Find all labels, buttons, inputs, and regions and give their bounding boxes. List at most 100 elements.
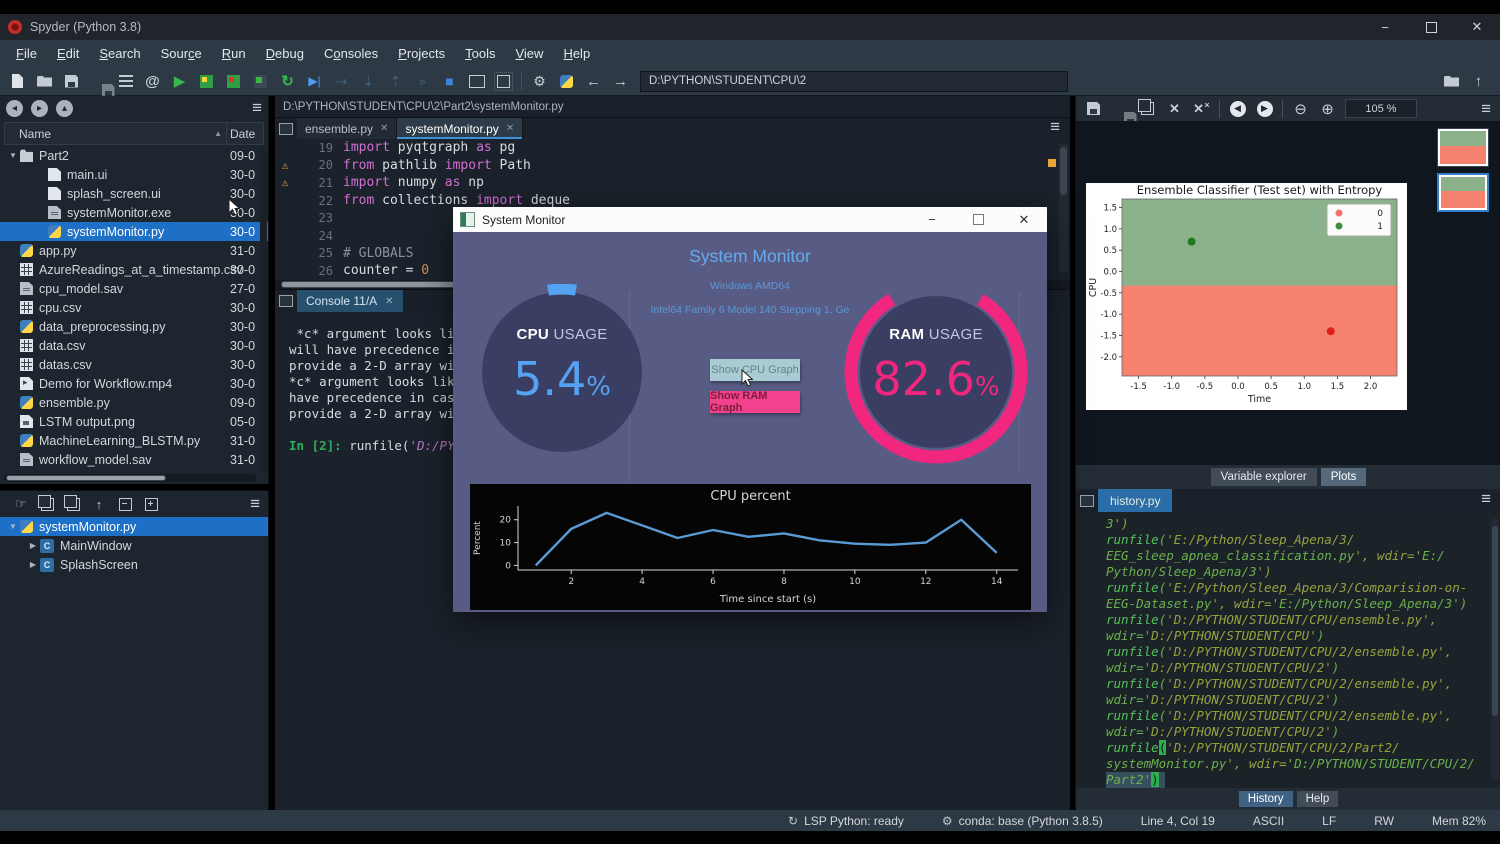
save-all-icon[interactable] <box>85 69 112 93</box>
file-row[interactable]: MachineLearning_BLSTM.py31-0 <box>0 431 268 450</box>
run-selection-icon[interactable] <box>247 69 274 93</box>
explorer-options-icon[interactable]: ≡ <box>252 103 262 113</box>
next-directory-icon[interactable]: ▸ <box>31 100 48 117</box>
new-window-icon[interactable] <box>463 69 490 93</box>
menu-help[interactable]: Help <box>553 46 600 61</box>
monitor-minimize-button[interactable]: − <box>909 207 955 232</box>
twisty-icon[interactable]: ▶ <box>26 541 40 550</box>
parent-directory-icon[interactable]: ▴ <box>56 100 73 117</box>
file-row[interactable]: ▼Part209-0 <box>0 146 268 165</box>
menu-view[interactable]: View <box>505 46 553 61</box>
run-icon[interactable]: ▶ <box>166 69 193 93</box>
editor-options-icon[interactable]: ≡ <box>1050 122 1060 139</box>
console-tab[interactable]: Console 11/A ✕ <box>297 290 403 312</box>
close-icon[interactable]: ✕ <box>380 123 388 134</box>
plot-thumbnail[interactable] <box>1437 173 1489 212</box>
column-date[interactable]: Date <box>227 127 263 141</box>
file-row[interactable]: data.csv30-0 <box>0 336 268 355</box>
file-row[interactable]: data_preprocessing.py30-0 <box>0 317 268 336</box>
debug-step-into-icon[interactable]: ⇣ <box>355 69 382 93</box>
window-close-button[interactable]: ✕ <box>1454 14 1500 40</box>
explorer-vscrollbar[interactable] <box>260 146 267 473</box>
file-row[interactable]: LSTM output.png05-0 <box>0 412 268 431</box>
file-row[interactable]: cpu.csv30-0 <box>0 298 268 317</box>
file-row[interactable]: ensemble.py09-0 <box>0 393 268 412</box>
go-to-cursor-icon[interactable]: ☞ <box>8 496 34 512</box>
editor-vscrollbar[interactable] <box>1059 143 1068 273</box>
restart-kernel-icon[interactable]: ↻ <box>274 69 301 93</box>
save-all-plots-icon[interactable] <box>1107 97 1134 121</box>
browse-tabs-icon[interactable] <box>1076 489 1098 512</box>
window-minimize-button[interactable]: − <box>1362 14 1408 40</box>
plots-zoom-value[interactable]: 105 % <box>1345 99 1417 118</box>
outline-item[interactable]: ▼systemMonitor.py <box>0 517 268 536</box>
file-row[interactable]: app.py31-0 <box>0 241 268 260</box>
open-file-icon[interactable] <box>31 69 58 93</box>
editor-tab[interactable]: ensemble.py✕ <box>297 118 397 139</box>
close-icon[interactable]: ✕ <box>506 123 514 134</box>
editor-tab[interactable]: systemMonitor.py✕ <box>397 118 523 139</box>
debug-step-out-icon[interactable]: ⇡ <box>382 69 409 93</box>
close-icon[interactable]: ✕ <box>385 296 393 307</box>
twisty-icon[interactable]: ▼ <box>6 151 20 160</box>
monitor-titlebar[interactable]: System Monitor − ✕ <box>453 207 1047 232</box>
window-maximize-button[interactable] <box>1408 14 1454 40</box>
open-directory-icon[interactable] <box>1438 69 1465 93</box>
stop-icon[interactable]: ■ <box>436 69 463 93</box>
previous-directory-icon[interactable]: ◂ <box>6 100 23 117</box>
tab-help[interactable]: Help <box>1297 791 1339 807</box>
file-row[interactable]: datas.csv30-0 <box>0 355 268 374</box>
plots-options-icon[interactable]: ≡ <box>1481 104 1491 114</box>
file-row[interactable]: main.ui30-0 <box>0 165 268 184</box>
maximize-pane-icon[interactable] <box>490 69 517 93</box>
browse-tabs-icon[interactable] <box>275 118 297 139</box>
zoom-out-icon[interactable]: ⊖ <box>1287 97 1314 121</box>
file-row[interactable]: workflow_model.sav31-0 <box>0 450 268 469</box>
file-row[interactable]: cpu_model.sav27-0 <box>0 279 268 298</box>
menu-projects[interactable]: Projects <box>388 46 455 61</box>
copy-icon[interactable] <box>34 498 60 511</box>
show-cpu-graph-button[interactable]: Show CPU Graph <box>710 359 800 381</box>
preferences-icon[interactable]: ⚙ <box>526 69 553 93</box>
file-row[interactable]: AzureReadings_at_a_timestamp.csv30-0 <box>0 260 268 279</box>
file-row[interactable]: Demo for Workflow.mp430-0 <box>0 374 268 393</box>
debug-icon[interactable]: ▶| <box>301 69 328 93</box>
collapse-all-icon[interactable] <box>112 498 138 511</box>
menu-consoles[interactable]: Consoles <box>314 46 388 61</box>
plot-thumbnail[interactable] <box>1437 128 1489 167</box>
debug-continue-icon[interactable]: » <box>409 69 436 93</box>
python-path-manager-icon[interactable] <box>553 69 580 93</box>
history-options-icon[interactable]: ≡ <box>1481 494 1491 512</box>
tab-history[interactable]: History <box>1239 791 1293 807</box>
expand-all-icon[interactable] <box>138 498 164 511</box>
copy-plus-icon[interactable] <box>60 498 86 511</box>
file-row[interactable]: systemMonitor.py30-0 <box>0 222 268 241</box>
tab-plots[interactable]: Plots <box>1321 468 1367 486</box>
outline-options-icon[interactable]: ≡ <box>250 499 260 509</box>
column-name[interactable]: Name <box>5 127 214 141</box>
menu-edit[interactable]: Edit <box>47 46 89 61</box>
previous-plot-icon[interactable]: ◀ <box>1224 97 1251 121</box>
parent-directory-icon[interactable]: ↑ <box>1465 69 1492 93</box>
back-icon[interactable]: ← <box>580 69 607 93</box>
menu-file[interactable]: File <box>6 46 47 61</box>
figure-card[interactable]: Ensemble Classifier (Test set) with Entr… <box>1086 183 1407 410</box>
outline-item[interactable]: ▶CSplashScreen <box>0 555 268 574</box>
menu-source[interactable]: Source <box>151 46 212 61</box>
zoom-in-icon[interactable]: ⊕ <box>1314 97 1341 121</box>
run-cell-advance-icon[interactable] <box>220 69 247 93</box>
next-plot-icon[interactable]: ▶ <box>1251 97 1278 121</box>
go-up-icon[interactable]: ↑ <box>86 497 112 512</box>
outline-item[interactable]: ▶CMainWindow <box>0 536 268 555</box>
copy-plot-icon[interactable] <box>1134 97 1161 121</box>
remove-all-plots-icon[interactable]: ✕✕ <box>1188 97 1215 121</box>
menu-run[interactable]: Run <box>212 46 256 61</box>
menu-tools[interactable]: Tools <box>455 46 505 61</box>
twisty-icon[interactable]: ▼ <box>6 522 20 531</box>
file-switcher-icon[interactable] <box>112 69 139 93</box>
forward-icon[interactable]: → <box>607 69 634 93</box>
find-in-files-icon[interactable]: @ <box>139 69 166 93</box>
run-cell-icon[interactable] <box>193 69 220 93</box>
save-plot-icon[interactable] <box>1080 97 1107 121</box>
monitor-maximize-button[interactable] <box>955 207 1001 232</box>
